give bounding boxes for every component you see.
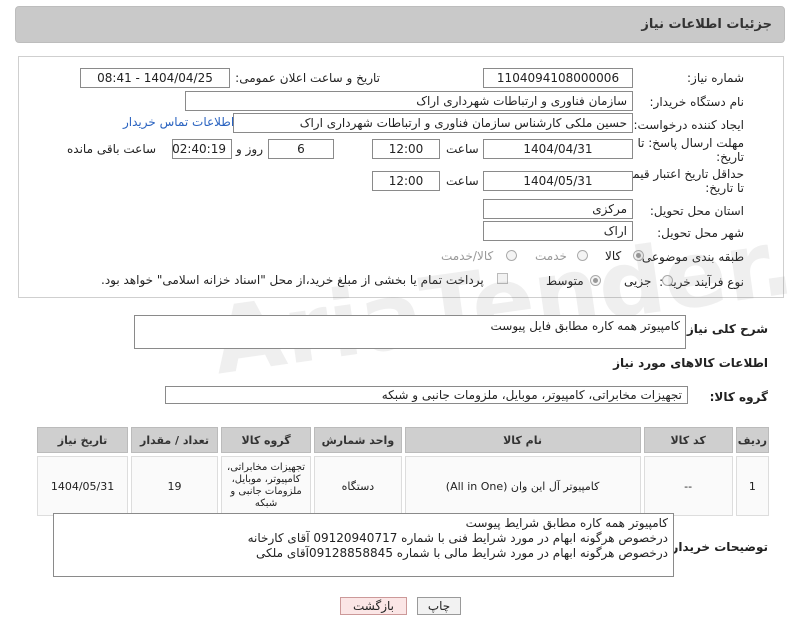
deadline-label-2: تاریخ:	[716, 150, 744, 164]
days-label: روز و	[236, 142, 263, 156]
validity-label: حداقل تاریخ اعتبار قیمت:	[617, 167, 744, 181]
cell-goods-group: تجهیزات مخابراتی، کامپیوتر، موبایل، ملزو…	[220, 456, 312, 516]
cell-quantity: 19	[131, 456, 218, 516]
buyer-notes-textarea[interactable]: کامپیوتر همه کاره مطابق شرایط پیوست درخص…	[53, 513, 674, 577]
buyer-org-field: سازمان فناوری و ارتباطات شهرداری اراک	[185, 91, 633, 111]
goods-group-label: گروه کالا:	[709, 390, 768, 404]
remaining-time-field: 02:40:19	[172, 139, 232, 159]
validity-label-2: تا تاریخ:	[705, 181, 744, 195]
cell-item-name: کامپیوتر آل این وان (All in One)	[404, 456, 641, 516]
buyer-org-label: نام دستگاه خریدار:	[649, 95, 745, 109]
buyer-contact-link[interactable]: اطلاعات تماس خریدار	[123, 115, 234, 129]
cell-need-date: 1404/05/31	[37, 456, 129, 516]
announce-field: 1404/04/25 - 08:41	[80, 68, 230, 88]
creator-label: ایجاد کننده درخواست:	[633, 118, 744, 132]
table-row: 1 -- کامپیوتر آل این وان (All in One) دس…	[37, 456, 769, 516]
deadline-time-field: 12:00	[372, 139, 440, 159]
table-header-row: ردیف کد کالا نام کالا واحد شمارش گروه کا…	[37, 427, 769, 453]
col-need-date: تاریخ نیاز	[37, 427, 129, 453]
print-button[interactable]: چاپ	[417, 597, 461, 615]
page-header: جزئیات اطلاعات نیاز	[15, 6, 785, 43]
need-number-label: شماره نیاز:	[687, 71, 744, 85]
col-item-name: نام کالا	[404, 427, 641, 453]
creator-field: حسین ملکی کارشناس سازمان فناوری و ارتباط…	[233, 113, 633, 133]
validity-time-label: ساعت	[446, 174, 479, 188]
province-field: مرکزی	[483, 199, 633, 219]
deadline-time-label: ساعت	[446, 142, 479, 156]
back-button[interactable]: بازگشت	[340, 597, 407, 615]
cell-row-number: 1	[735, 456, 769, 516]
validity-time-field: 12:00	[372, 171, 440, 191]
buyer-notes-line: درخصوص هرگونه ابهام در مورد شرایط مالی ب…	[256, 546, 668, 560]
days-field: 6	[268, 139, 334, 159]
announce-label: تاریخ و ساعت اعلان عمومی:	[235, 71, 380, 85]
description-label: شرح کلی نیاز:	[682, 322, 768, 336]
cell-item-code: --	[643, 456, 733, 516]
goods-table: ردیف کد کالا نام کالا واحد شمارش گروه کا…	[34, 424, 772, 519]
col-item-code: کد کالا	[643, 427, 733, 453]
col-unit: واحد شمارش	[314, 427, 402, 453]
col-goods-group: گروه کالا	[220, 427, 312, 453]
description-textarea[interactable]: کامپیوتر همه کاره مطابق فایل پیوست	[134, 315, 686, 349]
deadline-label: مهلت ارسال پاسخ: تا	[637, 136, 744, 150]
validity-date-field: 1404/05/31	[483, 171, 633, 191]
need-number-field: 1104094108000006	[483, 68, 633, 88]
remaining-label: ساعت باقی مانده	[67, 142, 157, 156]
buyer-notes-label: توضیحات خریدار:	[666, 540, 768, 554]
deadline-date-field: 1404/04/31	[483, 139, 633, 159]
page-title: جزئیات اطلاعات نیاز	[641, 17, 772, 32]
buyer-notes-line: کامپیوتر همه کاره مطابق شرایط پیوست	[465, 516, 668, 530]
col-row-number: ردیف	[735, 427, 769, 453]
col-quantity: تعداد / مقدار	[131, 427, 218, 453]
buyer-notes-line: درخصوص هرگونه ابهام در مورد شرایط فنی با…	[247, 531, 668, 545]
cell-unit: دستگاه	[314, 456, 402, 516]
goods-group-field: تجهیزات مخابراتی، کامپیوتر، موبایل، ملزو…	[165, 386, 688, 404]
goods-section-title: اطلاعات کالاهای مورد نیاز	[613, 356, 768, 370]
